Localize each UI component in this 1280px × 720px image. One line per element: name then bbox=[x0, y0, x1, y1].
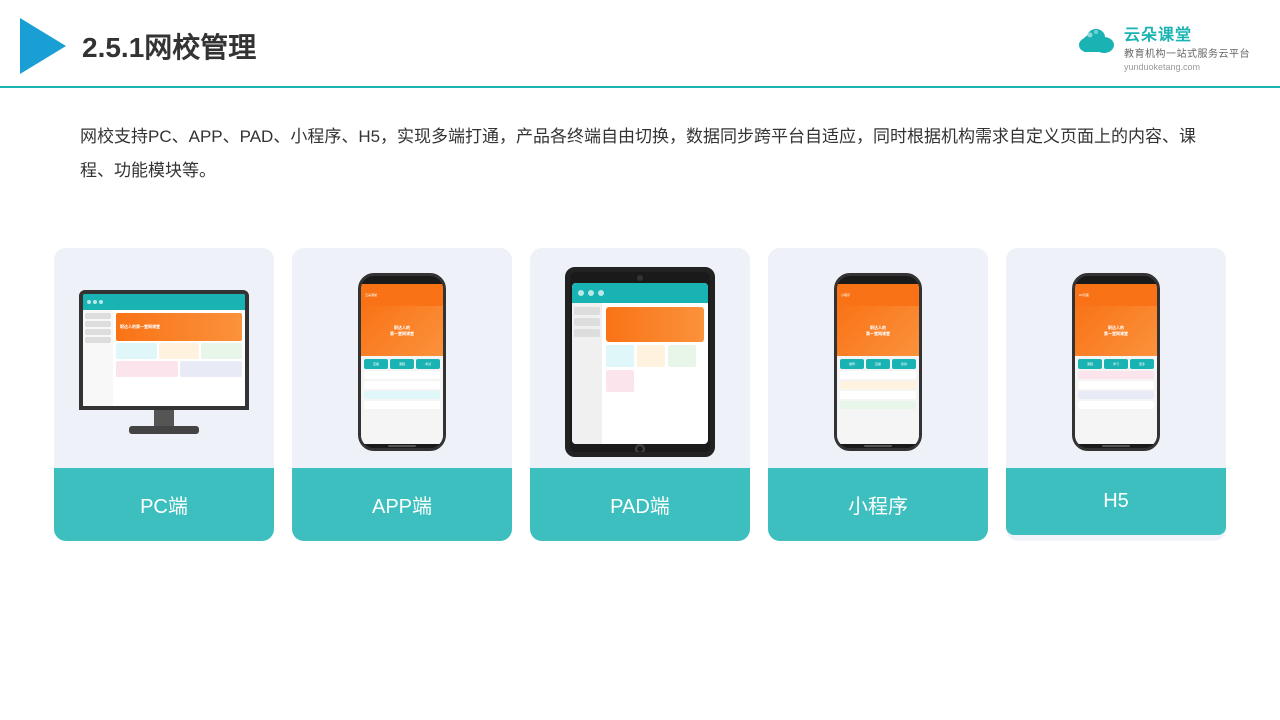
card-app-image: 云朵课堂 职达人的第一堂网课堂 直播 课程 考试 bbox=[292, 248, 512, 468]
card-miniprogram-label: 小程序 bbox=[768, 468, 988, 541]
card-pad: PAD端 bbox=[530, 248, 750, 541]
cards-container: 职达人的第一堂网课堂 bbox=[0, 218, 1280, 541]
brand-tagline: 教育机构一站式服务云平台 bbox=[1124, 45, 1250, 60]
card-app: 云朵课堂 职达人的第一堂网课堂 直播 课程 考试 bbox=[292, 248, 512, 541]
monitor-screen: 职达人的第一堂网课堂 bbox=[83, 294, 245, 406]
pc-monitor: 职达人的第一堂网课堂 bbox=[79, 290, 249, 434]
card-miniprogram: 小程序 职达人的第一堂网课堂 推荐 直播 我的 bbox=[768, 248, 988, 541]
card-pad-label: PAD端 bbox=[530, 468, 750, 541]
cloud-icon bbox=[1074, 25, 1118, 55]
brand-text: 云朵课堂 教育机构一站式服务云平台 bbox=[1124, 21, 1250, 60]
card-app-label: APP端 bbox=[292, 468, 512, 541]
brand-url: yunduoketang.com bbox=[1124, 62, 1200, 72]
monitor-body: 职达人的第一堂网课堂 bbox=[79, 290, 249, 410]
brand-name: 云朵课堂 bbox=[1124, 21, 1250, 45]
card-pc-label: PC端 bbox=[54, 468, 274, 541]
card-pc: 职达人的第一堂网课堂 bbox=[54, 248, 274, 541]
phone-mockup-mini: 小程序 职达人的第一堂网课堂 推荐 直播 我的 bbox=[834, 273, 922, 451]
description-text: 网校支持PC、APP、PAD、小程序、H5，实现多端打通，产品各终端自由切换，数… bbox=[0, 88, 1280, 208]
card-pad-image bbox=[530, 248, 750, 468]
card-pc-image: 职达人的第一堂网课堂 bbox=[54, 248, 274, 468]
brand-logo: 云朵课堂 教育机构一站式服务云平台 bbox=[1074, 21, 1250, 60]
card-h5-image: H5页面 职达人的第一堂网课堂 课程 学习 更多 bbox=[1006, 248, 1226, 468]
tablet-mockup bbox=[565, 267, 715, 457]
phone-mockup-h5: H5页面 职达人的第一堂网课堂 课程 学习 更多 bbox=[1072, 273, 1160, 451]
phone-mockup-app: 云朵课堂 职达人的第一堂网课堂 直播 课程 考试 bbox=[358, 273, 446, 451]
card-h5: H5页面 职达人的第一堂网课堂 课程 学习 更多 bbox=[1006, 248, 1226, 541]
card-miniprogram-image: 小程序 职达人的第一堂网课堂 推荐 直播 我的 bbox=[768, 248, 988, 468]
card-h5-label: H5 bbox=[1006, 468, 1226, 535]
page-title: 2.5.1网校管理 bbox=[82, 26, 256, 66]
logo-icon bbox=[20, 18, 66, 74]
description-content: 网校支持PC、APP、PAD、小程序、H5，实现多端打通，产品各终端自由切换，数… bbox=[80, 127, 1196, 180]
page-header: 2.5.1网校管理 云朵课堂 教育机构一站式服务云平台 yunduoketang… bbox=[0, 0, 1280, 88]
header-brand: 云朵课堂 教育机构一站式服务云平台 yunduoketang.com bbox=[1074, 21, 1250, 72]
header-left: 2.5.1网校管理 bbox=[20, 18, 256, 74]
